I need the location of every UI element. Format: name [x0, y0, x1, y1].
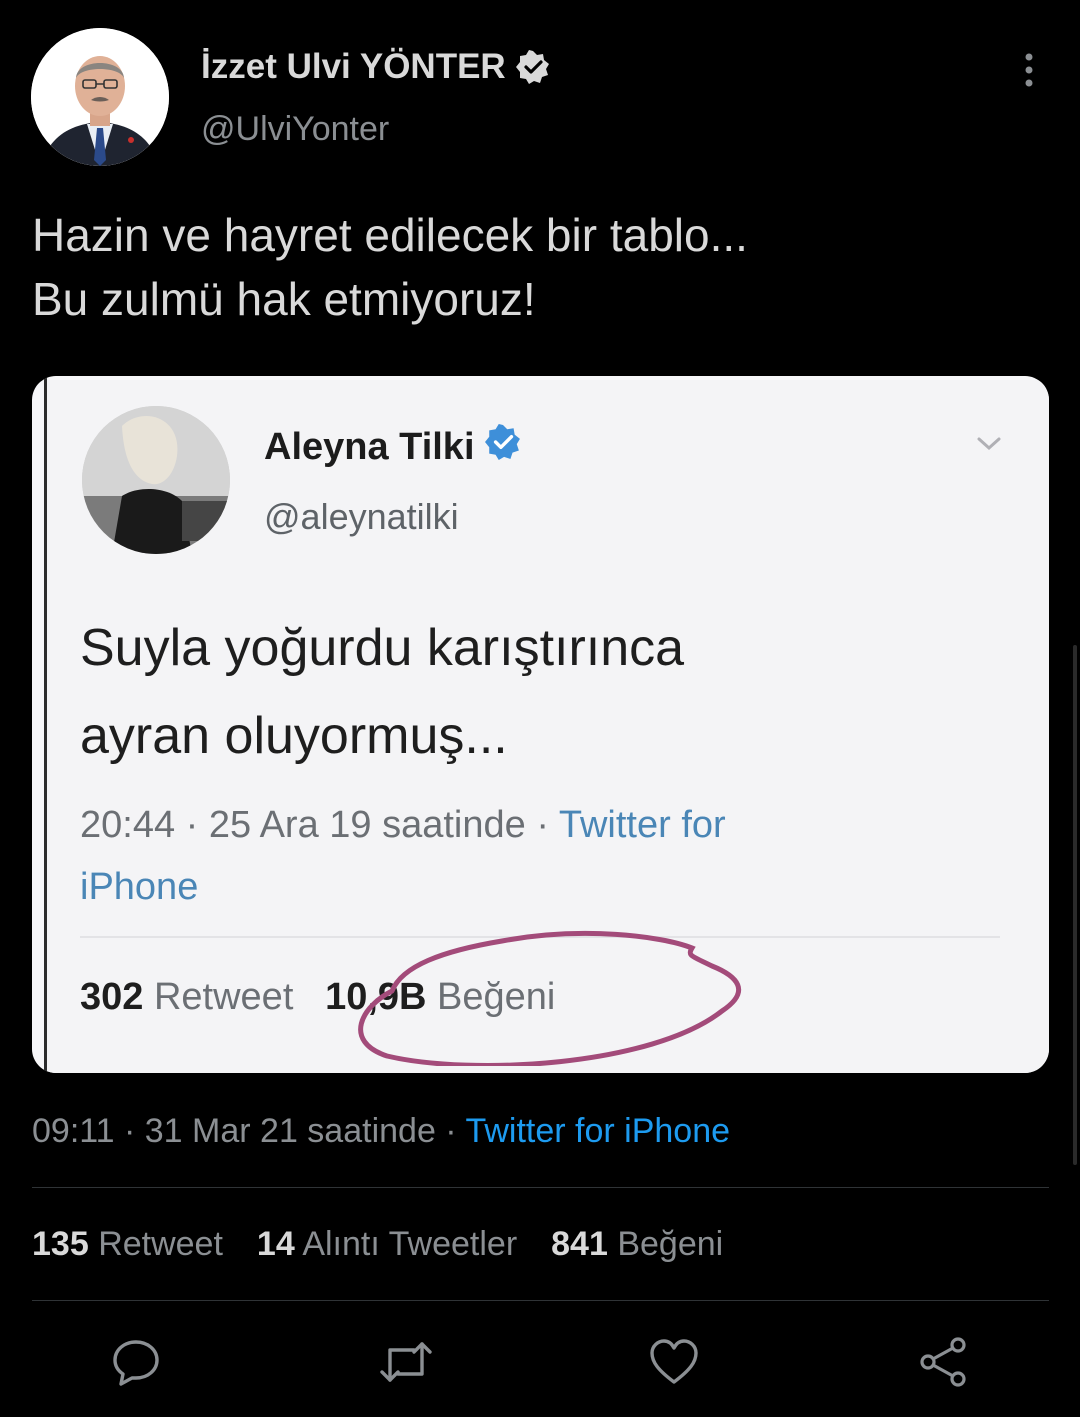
scrollbar[interactable] [1073, 645, 1077, 1165]
author-avatar[interactable] [31, 28, 169, 166]
embedded-tweet-text-line: ayran oluyormuş... [80, 707, 508, 765]
like-icon[interactable] [648, 1336, 700, 1388]
embedded-meta-source: Twitter for [558, 804, 726, 846]
embedded-tweet-text-line: Suyla yoğurdu karıştırınca [80, 619, 685, 677]
embedded-screenshot-border [44, 376, 47, 1073]
embedded-verified-icon [484, 424, 521, 470]
embedded-chevron-down-icon [974, 434, 1004, 454]
likes-label: Beğeni [617, 1225, 724, 1263]
embedded-retweets-label: Retweet [153, 976, 294, 1018]
author-name-text: İzzet Ulvi YÖNTER [201, 47, 506, 86]
more-options-icon[interactable] [1014, 50, 1044, 90]
embedded-tweet-text: Suyla yoğurdu karıştırınca ayran oluyorm… [80, 604, 684, 780]
quotes-label: Alıntı Tweetler [302, 1225, 518, 1263]
tweet-text-line: Hazin ve hayret edilecek bir tablo... [32, 209, 748, 261]
hand-drawn-circle-annotation [332, 896, 762, 1068]
divider-top [32, 1187, 1049, 1188]
tweet-detail-page: İzzet Ulvi YÖNTER @UlviYonter Hazin ve h… [0, 0, 1080, 1417]
embedded-retweets-count: 302 [80, 976, 144, 1018]
divider-bottom [32, 1300, 1049, 1301]
quotes-count: 14 [256, 1225, 295, 1263]
tweet-stats: 135 Retweet 14 Alıntı Tweetler 841 Beğen… [32, 1225, 723, 1264]
embedded-meta-time: 20:44 · 25 Ara 19 saatinde · [80, 804, 559, 846]
retweets-stat[interactable]: 135 Retweet [32, 1225, 223, 1264]
retweet-icon[interactable] [378, 1336, 432, 1388]
retweets-count: 135 [32, 1225, 89, 1263]
quotes-stat[interactable]: 14 Alıntı Tweetler [257, 1225, 517, 1264]
tweet-timestamp[interactable]: 09:11 · 31 Mar 21 saatinde · [32, 1112, 465, 1150]
likes-stat[interactable]: 841 Beğeni [551, 1225, 723, 1264]
embedded-author-handle: @aleynatilki [264, 496, 459, 537]
embedded-meta-source-cont: iPhone [80, 866, 199, 908]
tweet-text: Hazin ve hayret edilecek bir tablo... Bu… [32, 203, 1042, 331]
tweet-source-link[interactable]: Twitter for iPhone [465, 1112, 730, 1150]
retweets-label: Retweet [98, 1225, 223, 1263]
reply-icon[interactable] [110, 1336, 162, 1388]
verified-badge-icon [515, 50, 550, 84]
tweet-text-line: Bu zulmü hak etmiyoruz! [32, 273, 536, 325]
embedded-author-name: Aleyna Tilki [264, 424, 521, 470]
author-handle[interactable]: @UlviYonter [201, 110, 389, 149]
embedded-author-name-text: Aleyna Tilki [264, 425, 475, 468]
author-name[interactable]: İzzet Ulvi YÖNTER [201, 47, 550, 87]
likes-count: 841 [551, 1225, 608, 1263]
tweet-meta: 09:11 · 31 Mar 21 saatinde · Twitter for… [32, 1112, 730, 1151]
share-icon[interactable] [918, 1336, 970, 1388]
tweet-media-image[interactable]: Aleyna Tilki @aleynatilki Suyla yoğurdu … [32, 376, 1049, 1073]
embedded-avatar [82, 406, 230, 554]
